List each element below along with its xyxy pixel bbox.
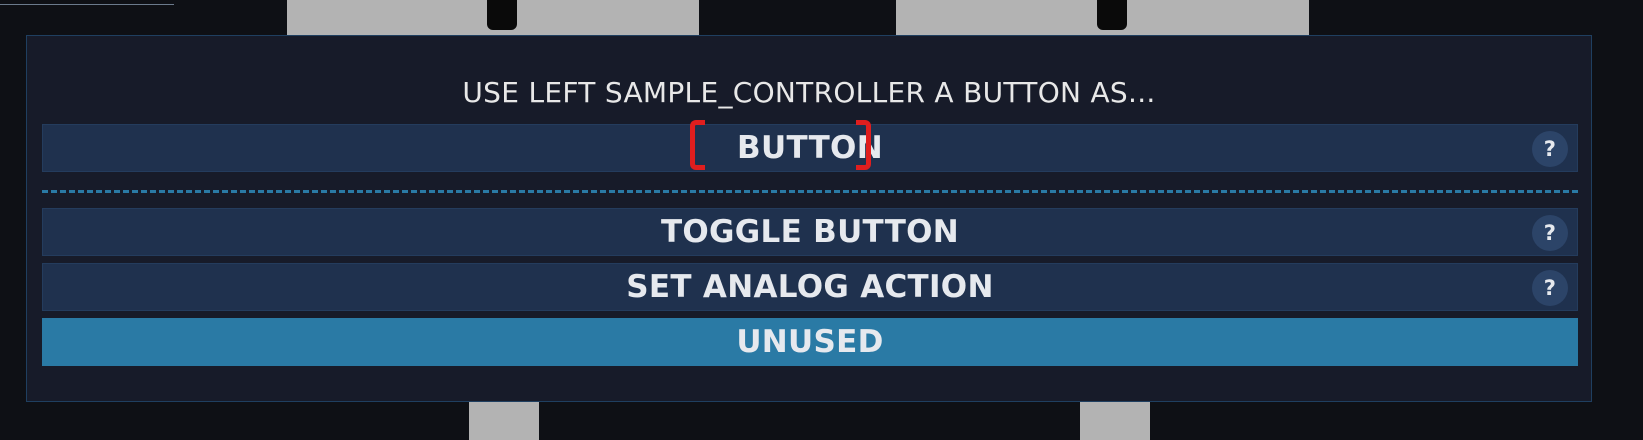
highlight-bracket-left [690, 120, 705, 170]
option-label: TOGGLE BUTTON [660, 214, 960, 250]
option-button[interactable]: BUTTON ? [42, 124, 1578, 172]
highlight-bracket-right [856, 120, 871, 170]
option-toggle-button[interactable]: TOGGLE BUTTON ? [42, 208, 1578, 256]
option-set-analog-action[interactable]: SET ANALOG ACTION ? [42, 263, 1578, 311]
options-divider [42, 190, 1578, 193]
help-icon[interactable]: ? [1532, 131, 1568, 167]
option-unused[interactable]: UNUSED [42, 318, 1578, 366]
top-edge-line [0, 4, 174, 5]
dialog-title: USE LEFT SAMPLE_CONTROLLER A BUTTON AS..… [462, 76, 1156, 109]
background-graphic-bottom-right [1080, 402, 1150, 440]
help-icon[interactable]: ? [1532, 215, 1568, 251]
background-notch-top-right [1097, 0, 1127, 30]
background-notch-top-left [487, 0, 517, 30]
option-label: SET ANALOG ACTION [626, 269, 994, 305]
option-label: UNUSED [736, 324, 884, 360]
background-graphic-bottom-left [469, 402, 539, 440]
help-icon[interactable]: ? [1532, 270, 1568, 306]
